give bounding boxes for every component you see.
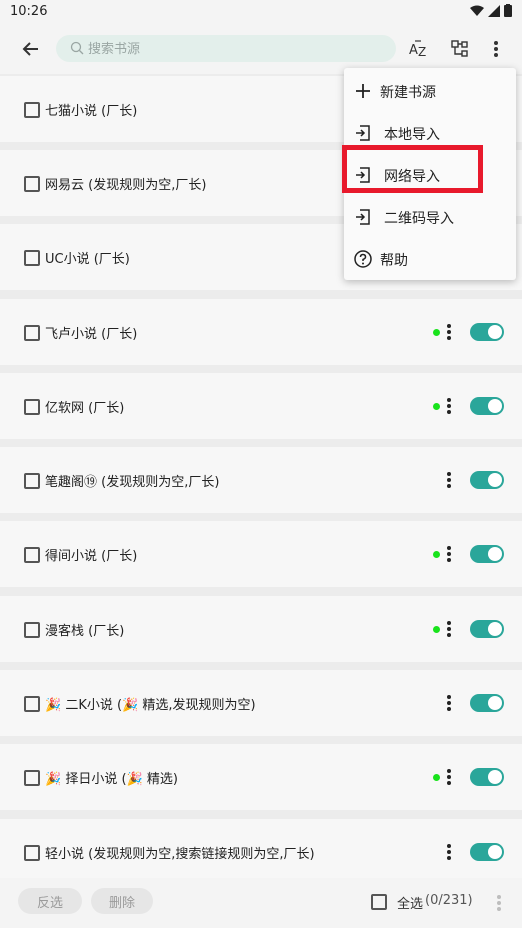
status-dot <box>433 329 440 336</box>
svg-text:Z: Z <box>418 45 426 59</box>
status-dot <box>433 403 440 410</box>
status-time: 10:26 <box>10 4 48 19</box>
row-checkbox[interactable] <box>24 176 40 192</box>
menu-item-label: 本地导入 <box>384 127 440 143</box>
source-name: 🎉 择日小说 (🎉 精选) <box>45 772 178 787</box>
list-item[interactable]: 轻小说 (发现规则为空,搜索链接规则为空,厂长) <box>0 819 522 885</box>
source-name: 亿软网 (厂长) <box>45 401 125 416</box>
enable-toggle[interactable] <box>470 323 504 341</box>
list-item[interactable]: 🎉 二K小说 (🎉 精选,发现规则为空) <box>0 670 522 736</box>
source-name: 轻小说 (发现规则为空,搜索链接规则为空,厂长) <box>45 847 315 862</box>
search-input[interactable] <box>86 35 390 64</box>
more-vert-icon[interactable] <box>444 618 454 640</box>
more-vert-icon[interactable] <box>444 841 454 863</box>
enable-toggle[interactable] <box>470 545 504 563</box>
menu-item-label: 二维码导入 <box>384 211 454 227</box>
list-item[interactable]: 飞卢小说 (厂长) <box>0 299 522 365</box>
plus-icon <box>356 84 370 98</box>
source-name: 飞卢小说 (厂长) <box>45 327 138 342</box>
enable-toggle[interactable] <box>470 471 504 489</box>
enable-toggle[interactable] <box>470 768 504 786</box>
select-all-checkbox[interactable] <box>371 894 387 910</box>
help-icon <box>354 250 372 268</box>
group-button[interactable] <box>447 36 473 62</box>
enable-toggle[interactable] <box>470 620 504 638</box>
menu-item-help[interactable]: 帮助 <box>344 238 516 280</box>
status-dot <box>433 626 440 633</box>
more-vert-icon[interactable] <box>444 469 454 491</box>
row-checkbox[interactable] <box>24 845 40 861</box>
invert-selection-button[interactable]: 反选 <box>18 888 82 914</box>
selection-count: (0/231) <box>425 893 473 908</box>
toggle-knob <box>488 473 502 487</box>
status-bar: 10:26 <box>0 0 522 24</box>
status-icons <box>470 4 512 17</box>
row-checkbox[interactable] <box>24 547 40 563</box>
group-icon <box>451 40 468 57</box>
more-vert-icon[interactable] <box>444 692 454 714</box>
search-icon <box>70 41 84 55</box>
row-checkbox[interactable] <box>24 622 40 638</box>
toggle-knob <box>488 325 502 339</box>
more-vert-icon[interactable] <box>444 321 454 343</box>
more-vert-icon[interactable] <box>444 543 454 565</box>
import-icon <box>356 125 370 141</box>
toggle-knob <box>488 845 502 859</box>
list-item[interactable]: 漫客栈 (厂长) <box>0 596 522 662</box>
enable-toggle[interactable] <box>470 397 504 415</box>
arrow-left-icon <box>22 42 38 56</box>
svg-text:A: A <box>409 43 418 58</box>
list-item[interactable]: 得间小说 (厂长) <box>0 521 522 587</box>
source-name: 🎉 二K小说 (🎉 精选,发现规则为空) <box>45 698 256 713</box>
overflow-menu-button[interactable] <box>483 36 509 62</box>
row-checkbox[interactable] <box>24 102 40 118</box>
more-vert-icon <box>494 41 498 57</box>
menu-item-qr-import[interactable]: 二维码导入 <box>344 196 516 238</box>
row-checkbox[interactable] <box>24 325 40 341</box>
toggle-knob <box>488 770 502 784</box>
signal-icon <box>488 4 500 17</box>
more-vert-icon[interactable] <box>444 766 454 788</box>
status-dot <box>433 551 440 558</box>
list-item[interactable]: 🎉 择日小说 (🎉 精选) <box>0 744 522 810</box>
source-name: 笔趣阁⑲ (发现规则为空,厂长) <box>45 475 220 490</box>
search-box[interactable] <box>56 35 396 64</box>
list-item[interactable]: 笔趣阁⑲ (发现规则为空,厂长) <box>0 447 522 513</box>
row-checkbox[interactable] <box>24 696 40 712</box>
more-vert-icon[interactable] <box>494 892 504 914</box>
menu-item-new-source[interactable]: 新建书源 <box>344 70 516 112</box>
source-name: 网易云 (发现规则为空,厂长) <box>45 178 207 193</box>
status-dot <box>433 774 440 781</box>
delete-button[interactable]: 删除 <box>91 888 153 914</box>
row-checkbox[interactable] <box>24 250 40 266</box>
sort-button[interactable]: A Z <box>405 36 431 62</box>
toggle-knob <box>488 622 502 636</box>
toggle-knob <box>488 696 502 710</box>
list-item[interactable]: 亿软网 (厂长) <box>0 373 522 439</box>
wifi-icon <box>470 5 484 16</box>
source-name: 七猫小说 (厂长) <box>45 104 138 119</box>
enable-toggle[interactable] <box>470 843 504 861</box>
menu-item-label: 帮助 <box>380 253 408 269</box>
battery-icon <box>504 4 512 17</box>
highlight-box <box>342 145 483 193</box>
source-name: UC小说 (厂长) <box>45 252 130 267</box>
row-checkbox[interactable] <box>24 399 40 415</box>
source-name: 得间小说 (厂长) <box>45 549 138 564</box>
sort-az-icon: A Z <box>409 40 426 59</box>
row-checkbox[interactable] <box>24 473 40 489</box>
enable-toggle[interactable] <box>470 694 504 712</box>
select-all-label: 全选 <box>397 897 424 912</box>
back-button[interactable] <box>18 36 44 62</box>
toolbar: A Z <box>0 24 522 74</box>
toggle-knob <box>488 547 502 561</box>
toggle-knob <box>488 399 502 413</box>
bottom-bar: 反选 删除 全选 (0/231) <box>0 878 522 928</box>
more-vert-icon[interactable] <box>444 395 454 417</box>
menu-item-label: 新建书源 <box>380 85 436 101</box>
import-icon <box>356 209 370 225</box>
source-name: 漫客栈 (厂长) <box>45 624 125 639</box>
row-checkbox[interactable] <box>24 770 40 786</box>
